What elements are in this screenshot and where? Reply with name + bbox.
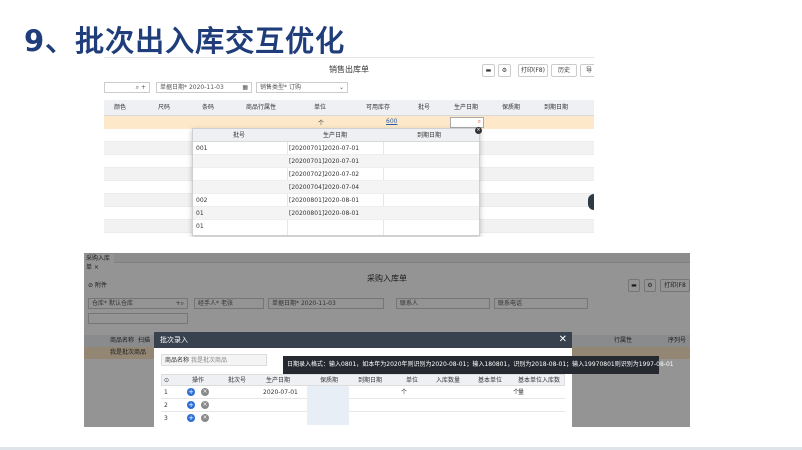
customer-input[interactable]: + ⌕	[104, 82, 150, 93]
dropdown-row[interactable]: [20200704]2020-07-04	[193, 181, 479, 194]
dropdown-row[interactable]: [20200701]2020-07-01	[193, 155, 479, 168]
grid-header: 颜色 尺码 条码 商品行属性 单位 可用库存 批号 生产日期 保质期 到期日期	[104, 100, 594, 116]
search-icon: ⌕	[477, 118, 481, 125]
sales-outbound-screenshot: 销售出库单 ▬ ⚙ 打印(F8) 历史 导 + ⌕ 单据日期* 2020-11-0…	[104, 57, 594, 237]
date-field[interactable]: 单据日期* 2020-11-03 ▦	[156, 82, 252, 93]
delete-row-icon[interactable]: ×	[201, 414, 209, 422]
dialog-title: 批次录入	[154, 332, 572, 348]
batch-entry-dialog: 批次录入 ✕ 商品名称 我是批次商品 ⊙ 操作 批次号 生产日期 保质期 到期日…	[154, 332, 572, 427]
print-button[interactable]: 打印(F8)	[518, 64, 548, 77]
dialog-row[interactable]: 1 + × 2020-07-01 个 个	[161, 386, 565, 399]
close-icon[interactable]: ✕	[559, 334, 567, 346]
dropdown-row[interactable]: 01 [20200801]2020-08-01	[193, 207, 479, 220]
search-icon: ⌕	[135, 84, 139, 91]
purchase-inbound-screenshot: 采购入库单 × 采购入库单 ⊘ 附件 ▬ ⚙ 打印(F8 仓库* 默认仓库 +⌕…	[84, 253, 690, 427]
add-row-icon[interactable]: +	[187, 414, 195, 422]
chevron-down-icon: ⌄	[338, 84, 344, 91]
sales-type-select[interactable]: 销售类型* 订购 ⌄	[256, 82, 348, 93]
dropdown-row[interactable]: 002 [20200801]2020-08-01	[193, 194, 479, 207]
add-row-icon[interactable]: +	[187, 388, 195, 396]
calendar-icon: ▦	[242, 84, 248, 91]
side-handle[interactable]	[588, 194, 594, 210]
slide-title: 9、批次出入库交互优化	[24, 24, 346, 58]
dialog-grid-header: ⊙ 操作 批次号 生产日期 保质期 到期日期 单位 入库数量 基本单位 基本单位…	[161, 374, 565, 396]
dialog-row[interactable]: 2 + ×	[161, 399, 565, 412]
dropdown-row[interactable]: 01	[193, 220, 479, 233]
close-icon[interactable]: ×	[475, 127, 482, 134]
dialog-row[interactable]: 3 + ×	[161, 412, 565, 425]
import-button[interactable]: 导	[580, 64, 594, 77]
add-row-icon[interactable]: +	[187, 401, 195, 409]
gear-icon[interactable]: ⚙	[498, 64, 511, 77]
dropdown-row[interactable]: 001 [20200701]2020-07-01	[193, 142, 479, 155]
delete-row-icon[interactable]: ×	[201, 401, 209, 409]
delete-row-icon[interactable]: ×	[201, 388, 209, 396]
batch-dropdown[interactable]: 批号 生产日期 到期日期 001 [20200701]2020-07-01 [20…	[192, 127, 482, 236]
keyboard-icon[interactable]: ▬	[482, 64, 495, 77]
add-plus-icon: +	[140, 84, 146, 91]
date-format-tooltip: 日期录入格式：输入0801，如本年为2020年则识别为2020-08-01；输入…	[283, 356, 674, 374]
dropdown-row[interactable]: [20200702]2020-07-02	[193, 168, 479, 181]
history-button[interactable]: 历史	[551, 64, 577, 77]
product-name-field: 商品名称 我是批次商品	[161, 354, 267, 366]
dropdown-header: 批号 生产日期 到期日期	[193, 129, 479, 142]
